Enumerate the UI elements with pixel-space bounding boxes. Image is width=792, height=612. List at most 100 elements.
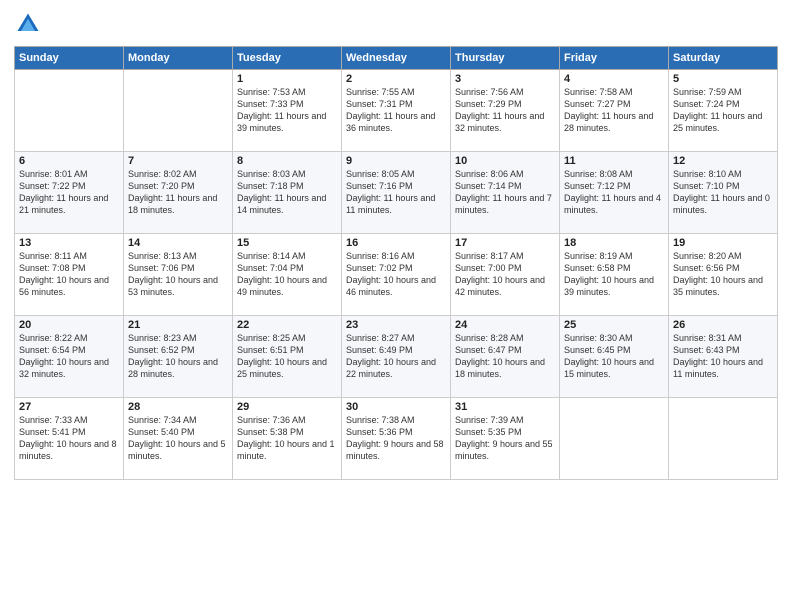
day-info: Sunrise: 8:19 AM Sunset: 6:58 PM Dayligh…: [564, 250, 664, 299]
day-number: 2: [346, 73, 446, 85]
day-number: 27: [19, 401, 119, 413]
day-number: 12: [673, 155, 773, 167]
table-cell: [15, 70, 124, 152]
day-number: 9: [346, 155, 446, 167]
day-number: 15: [237, 237, 337, 249]
day-info: Sunrise: 7:58 AM Sunset: 7:27 PM Dayligh…: [564, 86, 664, 135]
day-number: 30: [346, 401, 446, 413]
day-number: 13: [19, 237, 119, 249]
day-number: 7: [128, 155, 228, 167]
day-number: 4: [564, 73, 664, 85]
table-cell: 20Sunrise: 8:22 AM Sunset: 6:54 PM Dayli…: [15, 316, 124, 398]
table-cell: 7Sunrise: 8:02 AM Sunset: 7:20 PM Daylig…: [124, 152, 233, 234]
table-cell: 5Sunrise: 7:59 AM Sunset: 7:24 PM Daylig…: [669, 70, 778, 152]
day-info: Sunrise: 7:53 AM Sunset: 7:33 PM Dayligh…: [237, 86, 337, 135]
day-info: Sunrise: 8:03 AM Sunset: 7:18 PM Dayligh…: [237, 168, 337, 217]
table-cell: 9Sunrise: 8:05 AM Sunset: 7:16 PM Daylig…: [342, 152, 451, 234]
day-number: 16: [346, 237, 446, 249]
table-cell: 28Sunrise: 7:34 AM Sunset: 5:40 PM Dayli…: [124, 398, 233, 480]
logo-icon: [14, 10, 42, 38]
week-row-5: 27Sunrise: 7:33 AM Sunset: 5:41 PM Dayli…: [15, 398, 778, 480]
table-cell: 1Sunrise: 7:53 AM Sunset: 7:33 PM Daylig…: [233, 70, 342, 152]
day-info: Sunrise: 8:20 AM Sunset: 6:56 PM Dayligh…: [673, 250, 773, 299]
calendar-body: 1Sunrise: 7:53 AM Sunset: 7:33 PM Daylig…: [15, 70, 778, 480]
table-cell: 17Sunrise: 8:17 AM Sunset: 7:00 PM Dayli…: [451, 234, 560, 316]
week-row-1: 1Sunrise: 7:53 AM Sunset: 7:33 PM Daylig…: [15, 70, 778, 152]
day-number: 1: [237, 73, 337, 85]
day-number: 24: [455, 319, 555, 331]
table-cell: 21Sunrise: 8:23 AM Sunset: 6:52 PM Dayli…: [124, 316, 233, 398]
table-cell: 23Sunrise: 8:27 AM Sunset: 6:49 PM Dayli…: [342, 316, 451, 398]
day-number: 21: [128, 319, 228, 331]
table-cell: 6Sunrise: 8:01 AM Sunset: 7:22 PM Daylig…: [15, 152, 124, 234]
day-number: 3: [455, 73, 555, 85]
day-info: Sunrise: 7:56 AM Sunset: 7:29 PM Dayligh…: [455, 86, 555, 135]
header-friday: Friday: [560, 47, 669, 70]
day-number: 6: [19, 155, 119, 167]
day-number: 5: [673, 73, 773, 85]
table-cell: 12Sunrise: 8:10 AM Sunset: 7:10 PM Dayli…: [669, 152, 778, 234]
day-number: 20: [19, 319, 119, 331]
day-info: Sunrise: 8:01 AM Sunset: 7:22 PM Dayligh…: [19, 168, 119, 217]
table-cell: 27Sunrise: 7:33 AM Sunset: 5:41 PM Dayli…: [15, 398, 124, 480]
day-info: Sunrise: 7:33 AM Sunset: 5:41 PM Dayligh…: [19, 414, 119, 463]
day-info: Sunrise: 7:59 AM Sunset: 7:24 PM Dayligh…: [673, 86, 773, 135]
day-info: Sunrise: 8:17 AM Sunset: 7:00 PM Dayligh…: [455, 250, 555, 299]
day-info: Sunrise: 7:55 AM Sunset: 7:31 PM Dayligh…: [346, 86, 446, 135]
day-number: 11: [564, 155, 664, 167]
calendar-table: SundayMondayTuesdayWednesdayThursdayFrid…: [14, 46, 778, 480]
day-number: 28: [128, 401, 228, 413]
week-row-2: 6Sunrise: 8:01 AM Sunset: 7:22 PM Daylig…: [15, 152, 778, 234]
table-cell: 11Sunrise: 8:08 AM Sunset: 7:12 PM Dayli…: [560, 152, 669, 234]
header-tuesday: Tuesday: [233, 47, 342, 70]
table-cell: 8Sunrise: 8:03 AM Sunset: 7:18 PM Daylig…: [233, 152, 342, 234]
day-number: 26: [673, 319, 773, 331]
day-info: Sunrise: 8:30 AM Sunset: 6:45 PM Dayligh…: [564, 332, 664, 381]
table-cell: 18Sunrise: 8:19 AM Sunset: 6:58 PM Dayli…: [560, 234, 669, 316]
day-number: 19: [673, 237, 773, 249]
day-info: Sunrise: 8:23 AM Sunset: 6:52 PM Dayligh…: [128, 332, 228, 381]
day-info: Sunrise: 8:08 AM Sunset: 7:12 PM Dayligh…: [564, 168, 664, 217]
day-number: 17: [455, 237, 555, 249]
table-cell: 15Sunrise: 8:14 AM Sunset: 7:04 PM Dayli…: [233, 234, 342, 316]
header-wednesday: Wednesday: [342, 47, 451, 70]
day-number: 31: [455, 401, 555, 413]
day-info: Sunrise: 8:22 AM Sunset: 6:54 PM Dayligh…: [19, 332, 119, 381]
day-info: Sunrise: 8:27 AM Sunset: 6:49 PM Dayligh…: [346, 332, 446, 381]
table-cell: 3Sunrise: 7:56 AM Sunset: 7:29 PM Daylig…: [451, 70, 560, 152]
table-cell: 31Sunrise: 7:39 AM Sunset: 5:35 PM Dayli…: [451, 398, 560, 480]
day-number: 14: [128, 237, 228, 249]
day-info: Sunrise: 8:31 AM Sunset: 6:43 PM Dayligh…: [673, 332, 773, 381]
table-cell: 13Sunrise: 8:11 AM Sunset: 7:08 PM Dayli…: [15, 234, 124, 316]
day-info: Sunrise: 8:06 AM Sunset: 7:14 PM Dayligh…: [455, 168, 555, 217]
header-thursday: Thursday: [451, 47, 560, 70]
day-info: Sunrise: 7:39 AM Sunset: 5:35 PM Dayligh…: [455, 414, 555, 463]
table-cell: 4Sunrise: 7:58 AM Sunset: 7:27 PM Daylig…: [560, 70, 669, 152]
table-cell: [669, 398, 778, 480]
day-info: Sunrise: 8:28 AM Sunset: 6:47 PM Dayligh…: [455, 332, 555, 381]
day-info: Sunrise: 8:05 AM Sunset: 7:16 PM Dayligh…: [346, 168, 446, 217]
day-info: Sunrise: 7:36 AM Sunset: 5:38 PM Dayligh…: [237, 414, 337, 463]
week-row-4: 20Sunrise: 8:22 AM Sunset: 6:54 PM Dayli…: [15, 316, 778, 398]
header-row: SundayMondayTuesdayWednesdayThursdayFrid…: [15, 47, 778, 70]
day-info: Sunrise: 8:13 AM Sunset: 7:06 PM Dayligh…: [128, 250, 228, 299]
day-info: Sunrise: 7:34 AM Sunset: 5:40 PM Dayligh…: [128, 414, 228, 463]
table-cell: 26Sunrise: 8:31 AM Sunset: 6:43 PM Dayli…: [669, 316, 778, 398]
table-cell: 14Sunrise: 8:13 AM Sunset: 7:06 PM Dayli…: [124, 234, 233, 316]
day-number: 23: [346, 319, 446, 331]
logo: [14, 10, 46, 38]
day-number: 8: [237, 155, 337, 167]
table-cell: 16Sunrise: 8:16 AM Sunset: 7:02 PM Dayli…: [342, 234, 451, 316]
table-cell: 19Sunrise: 8:20 AM Sunset: 6:56 PM Dayli…: [669, 234, 778, 316]
table-cell: 30Sunrise: 7:38 AM Sunset: 5:36 PM Dayli…: [342, 398, 451, 480]
page: SundayMondayTuesdayWednesdayThursdayFrid…: [0, 0, 792, 612]
header-monday: Monday: [124, 47, 233, 70]
day-info: Sunrise: 8:16 AM Sunset: 7:02 PM Dayligh…: [346, 250, 446, 299]
day-number: 25: [564, 319, 664, 331]
table-cell: 25Sunrise: 8:30 AM Sunset: 6:45 PM Dayli…: [560, 316, 669, 398]
table-cell: 24Sunrise: 8:28 AM Sunset: 6:47 PM Dayli…: [451, 316, 560, 398]
day-info: Sunrise: 8:02 AM Sunset: 7:20 PM Dayligh…: [128, 168, 228, 217]
header-saturday: Saturday: [669, 47, 778, 70]
day-number: 18: [564, 237, 664, 249]
table-cell: [560, 398, 669, 480]
